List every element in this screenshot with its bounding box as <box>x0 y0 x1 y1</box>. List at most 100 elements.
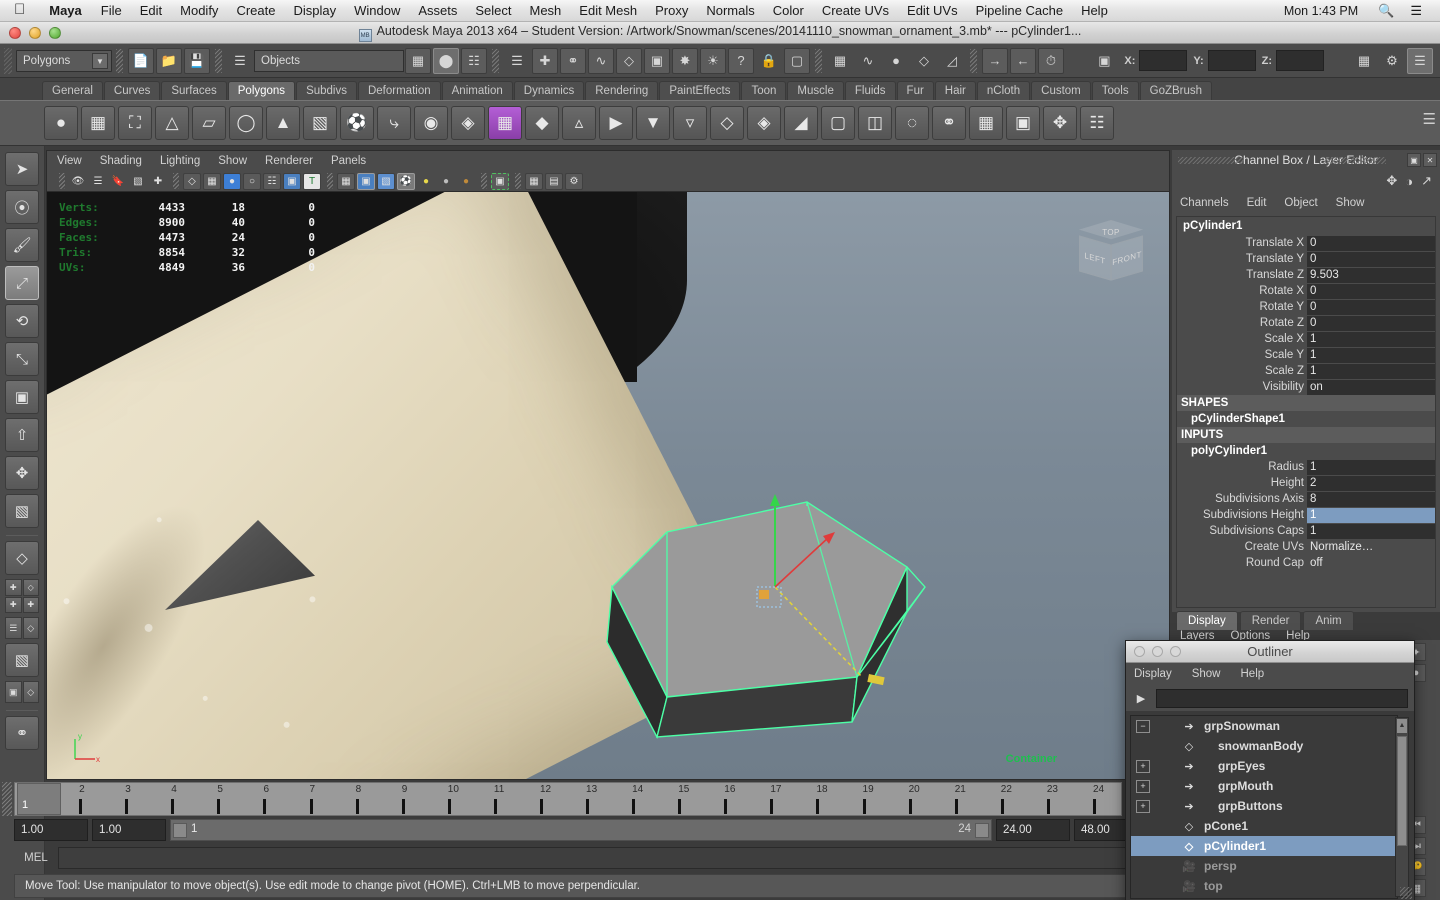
object-selection-field[interactable]: Objects <box>254 49 404 72</box>
menu-item-display[interactable]: Display <box>284 3 345 18</box>
channel-value-translate-y[interactable]: 0 <box>1307 251 1435 267</box>
construction-history-icon[interactable]: ⏱ <box>1038 47 1064 74</box>
poly-smooth-icon[interactable]: ◈ <box>747 106 781 140</box>
poly-helix-icon[interactable]: ⤷ <box>377 106 411 140</box>
resolution-gate-icon[interactable]: ⚙ <box>565 172 583 190</box>
outliner-persp-layout[interactable]: ☰ ◇ <box>5 617 39 639</box>
current-time-indicator[interactable]: 1 <box>17 783 61 815</box>
poly-sphere-icon[interactable]: ● <box>44 106 78 140</box>
view-cube-front-face[interactable]: FRONT <box>1111 235 1143 281</box>
timeslider-grip[interactable] <box>2 782 12 816</box>
viewport-menu-shading[interactable]: Shading <box>100 155 142 167</box>
surfaces-mask-icon[interactable]: ◇ <box>616 47 642 74</box>
menu-item-pipeline-cache[interactable]: Pipeline Cache <box>967 3 1072 18</box>
poly-cube-icon[interactable]: ▦ <box>81 106 115 140</box>
uv-checker-icon[interactable]: ▦ <box>969 106 1003 140</box>
show-manipulator-icon[interactable]: ✥ <box>1386 173 1397 189</box>
channel-row-scale-y[interactable]: Scale Y 1 <box>1177 347 1435 363</box>
paint-select-tool[interactable]: 🖌 <box>5 228 39 262</box>
hypershade-icon[interactable]: ☰ <box>1407 47 1433 74</box>
menu-item-edit-mesh[interactable]: Edit Mesh <box>570 3 646 18</box>
playback-start-time-field[interactable]: 1.00 <box>92 819 166 841</box>
channel-value-rotate-y[interactable]: 0 <box>1307 299 1435 315</box>
poly-bridge-icon[interactable]: ▶ <box>599 106 633 140</box>
outliner-item-grpbuttons[interactable]: + ➔ grpButtons <box>1131 796 1397 816</box>
shelf-tab-rendering[interactable]: Rendering <box>585 81 659 100</box>
channel-row-rotate-x[interactable]: Rotate X 0 <box>1177 283 1435 299</box>
channel-box-menu-show[interactable]: Show <box>1336 197 1365 209</box>
outliner-menu-help[interactable]: Help <box>1241 668 1265 680</box>
shelf-tab-deformation[interactable]: Deformation <box>357 81 441 100</box>
channel-box-menu-edit[interactable]: Edit <box>1247 197 1267 209</box>
outliner-item-top[interactable]: 🎥 top <box>1131 876 1397 896</box>
channel-value-translate-x[interactable]: 0 <box>1307 235 1435 251</box>
channel-row-visibility[interactable]: Visibility on <box>1177 379 1435 395</box>
snap-to-point-icon[interactable]: ● <box>883 48 909 74</box>
range-left-handle[interactable] <box>173 823 187 838</box>
display-text-icon[interactable]: T <box>303 172 321 190</box>
viewport-menu-view[interactable]: View <box>57 155 82 167</box>
coord-z-input[interactable] <box>1276 50 1324 71</box>
uv-editor-icon[interactable]: ☷ <box>1080 106 1114 140</box>
wireframe-on-shaded-icon[interactable]: ☷ <box>263 172 281 190</box>
channel-box-menu-channels[interactable]: Channels <box>1180 197 1229 209</box>
list-icon[interactable]: ☰ <box>1402 3 1430 19</box>
curves-mask-icon[interactable]: ∿ <box>588 47 614 74</box>
smooth-shade-selected-icon[interactable]: ○ <box>243 172 261 190</box>
keyframe-camera-icon[interactable]: ✚ <box>149 173 167 190</box>
expander-plus-icon-mouth[interactable]: + <box>1136 779 1150 793</box>
outliner-scroll-thumb[interactable] <box>1397 736 1407 846</box>
snap-to-view-plane-icon[interactable]: ◿ <box>939 48 965 74</box>
poly-triangulate-icon[interactable]: ◢ <box>784 106 818 140</box>
view-cube[interactable]: TOP LEFT FRONT <box>1077 216 1147 286</box>
show-manipulator-tool[interactable]: ✥ <box>5 456 39 490</box>
input-row-subdivisions-height[interactable]: Subdivisions Height 1 <box>1177 507 1435 523</box>
restore-icon[interactable]: ▣ <box>1407 153 1421 167</box>
menu-item-help[interactable]: Help <box>1072 3 1117 18</box>
film-gate-icon[interactable]: ▤ <box>545 172 563 190</box>
shadows-icon[interactable]: ● <box>457 173 475 190</box>
input-row-subdivisions-caps[interactable]: Subdivisions Caps 1 <box>1177 523 1435 539</box>
select-tool[interactable]: ➤ <box>5 152 39 186</box>
isolate-select-icon[interactable]: ▣ <box>491 172 509 190</box>
channel-value-scale-x[interactable]: 1 <box>1307 331 1435 347</box>
outliner-item-persp[interactable]: 🎥 persp <box>1131 856 1397 876</box>
range-right-handle[interactable] <box>975 823 989 838</box>
poly-combine-icon[interactable]: ◆ <box>525 106 559 140</box>
view-cube-left-face[interactable]: LEFT <box>1079 235 1111 281</box>
poly-pyramid-icon[interactable]: ▲ <box>266 106 300 140</box>
image-plane-icon[interactable]: ▧ <box>129 173 147 190</box>
lock-icon[interactable]: 🔒 <box>756 48 782 74</box>
render-view-icon[interactable]: ▦ <box>1351 48 1377 74</box>
shelf-tab-general[interactable]: General <box>42 81 103 100</box>
menu-item-create[interactable]: Create <box>227 3 284 18</box>
menu-item-modify[interactable]: Modify <box>171 3 227 18</box>
open-scene-icon[interactable]: 📁 <box>156 47 182 74</box>
outliner-item-front[interactable]: 🎥 front <box>1131 896 1397 898</box>
menu-app-name[interactable]: Maya <box>39 3 92 18</box>
shelf-tab-muscle[interactable]: Muscle <box>787 81 844 100</box>
outliner-window[interactable]: Outliner Display Show Help ▶ − ➔ grpSnow… <box>1125 640 1415 900</box>
outliner-menu-display[interactable]: Display <box>1134 668 1172 680</box>
menu-item-file[interactable]: File <box>92 3 131 18</box>
outliner-search-input[interactable] <box>1156 688 1408 708</box>
handles-mask-icon[interactable]: ✚ <box>532 47 558 74</box>
move-tool[interactable]: ⤢ <box>5 266 39 300</box>
input-value-subdivisions-caps[interactable]: 1 <box>1307 523 1435 539</box>
channel-box-grip-left[interactable] <box>1178 157 1244 164</box>
chevron-down-icon[interactable]: ▼ <box>92 52 108 69</box>
outliner-item-snowmanbody[interactable]: ◇ snowmanBody <box>1131 736 1397 756</box>
poly-cone-icon[interactable]: △ <box>155 106 189 140</box>
channel-row-translate-x[interactable]: Translate X 0 <box>1177 235 1435 251</box>
points-mask-icon[interactable]: ⚭ <box>560 47 586 74</box>
poly-cylinder-icon[interactable]: ⛶ <box>118 106 152 140</box>
save-scene-icon[interactable]: 💾 <box>184 47 210 74</box>
outliner-filter-icon[interactable]: ▶ <box>1132 689 1150 707</box>
input-connection-icon[interactable]: → <box>982 47 1008 74</box>
outliner-scrollbar[interactable]: ▲ <box>1395 717 1409 897</box>
scale-tool[interactable]: ⤡ <box>5 342 39 376</box>
hardware-fog-icon[interactable]: ⚽ <box>397 172 415 190</box>
channel-value-rotate-x[interactable]: 0 <box>1307 283 1435 299</box>
poly-wedge-icon[interactable]: ▿ <box>673 106 707 140</box>
grid-display-icon[interactable]: ▦ <box>525 172 543 190</box>
